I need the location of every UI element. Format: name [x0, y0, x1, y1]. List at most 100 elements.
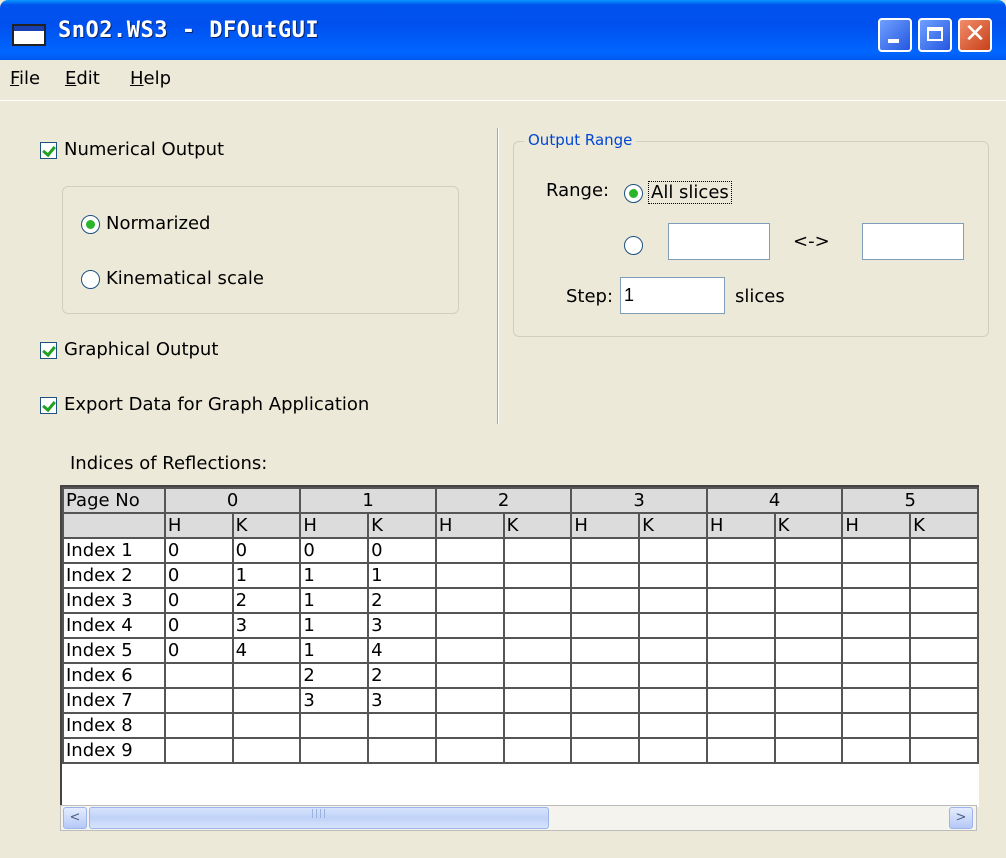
horizontal-scrollbar[interactable]: < >: [60, 805, 977, 831]
index-cell[interactable]: 0: [163, 562, 234, 589]
index-cell[interactable]: [841, 562, 912, 589]
index-cell[interactable]: 2: [367, 587, 437, 614]
normalized-radio[interactable]: [81, 215, 100, 234]
index-cell[interactable]: [434, 687, 505, 714]
range-to-input[interactable]: [862, 223, 964, 260]
scroll-thumb[interactable]: [89, 807, 549, 829]
index-cell[interactable]: 1: [299, 562, 370, 589]
index-cell[interactable]: [570, 662, 641, 689]
index-cell[interactable]: [299, 737, 370, 764]
index-cell[interactable]: 3: [299, 687, 370, 714]
index-cell[interactable]: 0: [367, 537, 437, 564]
index-cell[interactable]: [570, 537, 641, 564]
index-cell[interactable]: [705, 637, 776, 664]
index-cell[interactable]: [705, 687, 776, 714]
index-cell[interactable]: 1: [299, 637, 370, 664]
numerical-output-checkbox[interactable]: [40, 142, 57, 159]
reflections-grid[interactable]: Page No 0 1 2 3 4 5 H K H K H K H K H K H K Index 1 0 0 0 0 Inde…: [60, 485, 979, 807]
index-cell[interactable]: [909, 737, 979, 764]
index-cell[interactable]: [773, 662, 844, 689]
index-cell[interactable]: [434, 712, 505, 739]
index-cell[interactable]: [502, 737, 573, 764]
index-cell[interactable]: 2: [231, 587, 302, 614]
index-cell[interactable]: 3: [367, 612, 437, 639]
index-cell[interactable]: [705, 712, 776, 739]
index-cell[interactable]: [705, 662, 776, 689]
index-cell[interactable]: 2: [367, 662, 437, 689]
index-cell[interactable]: [502, 687, 573, 714]
index-cell[interactable]: [638, 712, 708, 739]
index-cell[interactable]: [570, 687, 641, 714]
index-cell[interactable]: [773, 637, 844, 664]
index-cell[interactable]: 1: [299, 612, 370, 639]
step-input[interactable]: [620, 277, 725, 314]
index-cell[interactable]: [773, 537, 844, 564]
index-cell[interactable]: [570, 612, 641, 639]
index-cell[interactable]: [434, 737, 505, 764]
index-cell[interactable]: [502, 612, 573, 639]
index-cell[interactable]: [638, 737, 708, 764]
index-cell[interactable]: 0: [163, 637, 234, 664]
index-cell[interactable]: [909, 587, 979, 614]
index-cell[interactable]: [502, 562, 573, 589]
index-cell[interactable]: [841, 637, 912, 664]
index-cell[interactable]: 4: [231, 637, 302, 664]
index-cell[interactable]: 0: [163, 612, 234, 639]
index-cell[interactable]: [570, 737, 641, 764]
export-data-checkbox[interactable]: [40, 397, 57, 414]
index-cell[interactable]: [705, 737, 776, 764]
menu-help[interactable]: Help: [130, 68, 171, 89]
index-cell[interactable]: [638, 687, 708, 714]
index-cell[interactable]: [434, 562, 505, 589]
index-cell[interactable]: [773, 737, 844, 764]
index-cell[interactable]: [638, 537, 708, 564]
index-cell[interactable]: [502, 537, 573, 564]
index-cell[interactable]: 3: [367, 687, 437, 714]
index-cell[interactable]: [909, 712, 979, 739]
index-cell[interactable]: [502, 637, 573, 664]
scroll-right-button[interactable]: >: [949, 807, 973, 829]
menu-edit[interactable]: Edit: [65, 68, 100, 89]
index-cell[interactable]: [570, 712, 641, 739]
index-cell[interactable]: [638, 662, 708, 689]
index-cell[interactable]: [841, 537, 912, 564]
index-cell[interactable]: [638, 562, 708, 589]
index-cell[interactable]: [773, 712, 844, 739]
menu-file[interactable]: File: [10, 68, 40, 89]
index-cell[interactable]: [841, 612, 912, 639]
index-cell[interactable]: 1: [299, 587, 370, 614]
index-cell[interactable]: 1: [367, 562, 437, 589]
index-cell[interactable]: [231, 687, 302, 714]
index-cell[interactable]: [570, 637, 641, 664]
index-cell[interactable]: [638, 612, 708, 639]
index-cell[interactable]: [434, 637, 505, 664]
kinematical-scale-radio[interactable]: [81, 270, 100, 289]
index-cell[interactable]: 0: [231, 537, 302, 564]
index-cell[interactable]: [367, 712, 437, 739]
index-cell[interactable]: [163, 737, 234, 764]
all-slices-radio[interactable]: [624, 184, 643, 203]
index-cell[interactable]: [434, 587, 505, 614]
index-cell[interactable]: [909, 537, 979, 564]
index-cell[interactable]: [909, 687, 979, 714]
index-cell[interactable]: [909, 637, 979, 664]
index-cell[interactable]: [638, 637, 708, 664]
index-cell[interactable]: [841, 687, 912, 714]
minimize-button[interactable]: [878, 18, 912, 52]
index-cell[interactable]: [434, 662, 505, 689]
graphical-output-checkbox[interactable]: [40, 342, 57, 359]
index-cell[interactable]: [434, 612, 505, 639]
index-cell[interactable]: [299, 712, 370, 739]
index-cell[interactable]: 4: [367, 637, 437, 664]
index-cell[interactable]: 3: [231, 612, 302, 639]
close-button[interactable]: ✕: [958, 18, 992, 52]
index-cell[interactable]: [773, 562, 844, 589]
index-cell[interactable]: [367, 737, 437, 764]
index-cell[interactable]: [909, 662, 979, 689]
index-cell[interactable]: 0: [299, 537, 370, 564]
index-cell[interactable]: [570, 562, 641, 589]
index-cell[interactable]: [502, 662, 573, 689]
index-cell[interactable]: [909, 562, 979, 589]
index-cell[interactable]: 0: [163, 537, 234, 564]
index-cell[interactable]: [705, 612, 776, 639]
